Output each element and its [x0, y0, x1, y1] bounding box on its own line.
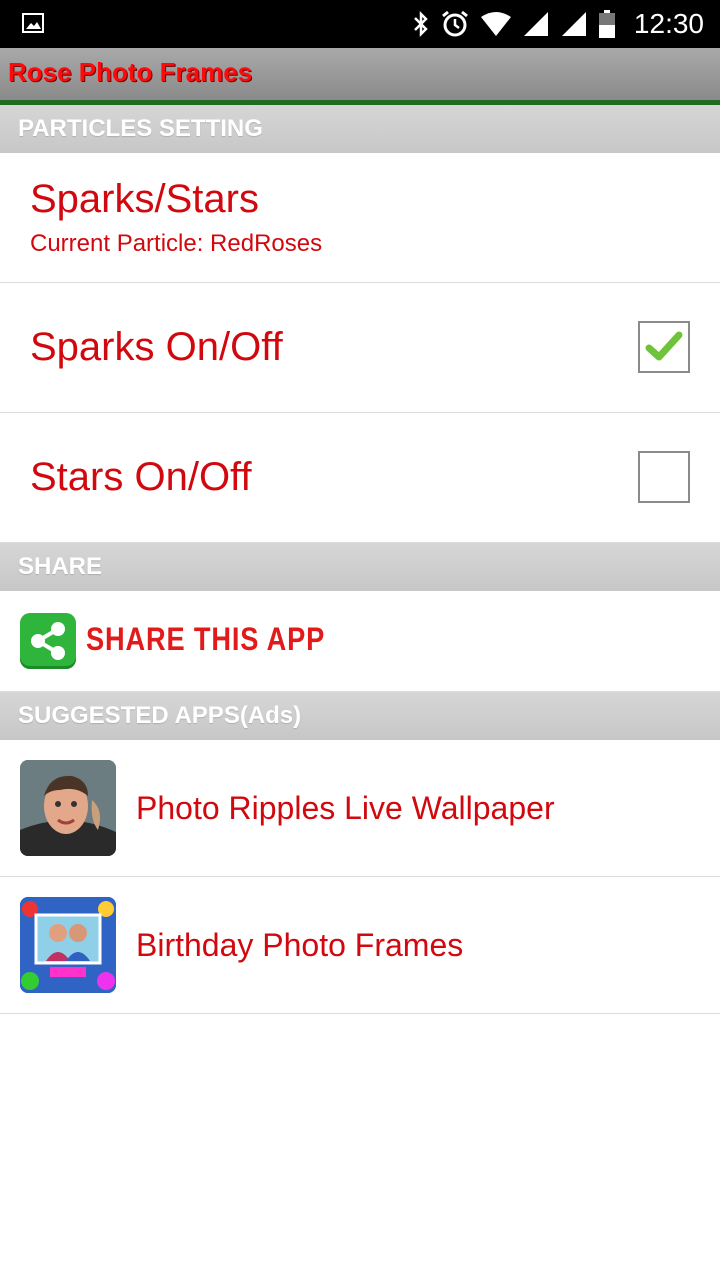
share-this-app-label: SHARE THIS APP [86, 621, 326, 657]
wifi-icon [480, 12, 511, 36]
suggested-app-name: Photo Ripples Live Wallpaper [136, 789, 555, 826]
stars-toggle-label: Stars On/Off [30, 455, 252, 499]
sparks-toggle-label: Sparks On/Off [30, 325, 283, 369]
app-title: Rose Photo Frames [8, 57, 253, 87]
particles-setting-header: PARTICLES SETTING [0, 105, 720, 153]
portrait-thumbnail-icon [20, 760, 116, 856]
sparks-toggle-row[interactable]: Sparks On/Off [0, 283, 720, 413]
stars-checkbox[interactable] [638, 451, 690, 503]
preference-title: Sparks/Stars [30, 177, 259, 221]
suggested-app-name: Birthday Photo Frames [136, 926, 464, 963]
image-notification-icon [22, 13, 44, 33]
share-app-row[interactable]: SHARE THIS APP [0, 591, 720, 692]
suggested-apps-header: SUGGESTED APPS(Ads) [0, 692, 720, 740]
battery-icon [598, 10, 615, 38]
suggested-app-item[interactable]: Photo Ripples Live Wallpaper [0, 740, 720, 877]
cell-signal-icon [561, 12, 586, 36]
share-header: SHARE [0, 543, 720, 591]
checkmark-icon [645, 331, 683, 361]
suggested-app-item[interactable]: Birthday Photo Frames [0, 877, 720, 1014]
preference-summary: Current Particle: RedRoses [30, 230, 323, 257]
app-bar: Rose Photo Frames [0, 48, 720, 105]
share-icon [20, 613, 76, 669]
birthday-frame-thumbnail-icon [20, 897, 116, 993]
sparks-stars-preference[interactable]: Sparks/Stars Current Particle: RedRoses [0, 153, 720, 283]
alarm-icon [441, 10, 468, 37]
status-bar: 12:30 [0, 0, 720, 48]
cell-signal-icon [523, 12, 548, 36]
clock: 12:30 [633, 8, 704, 39]
bluetooth-icon [414, 10, 428, 38]
stars-toggle-row[interactable]: Stars On/Off [0, 413, 720, 543]
sparks-checkbox[interactable] [638, 321, 690, 373]
